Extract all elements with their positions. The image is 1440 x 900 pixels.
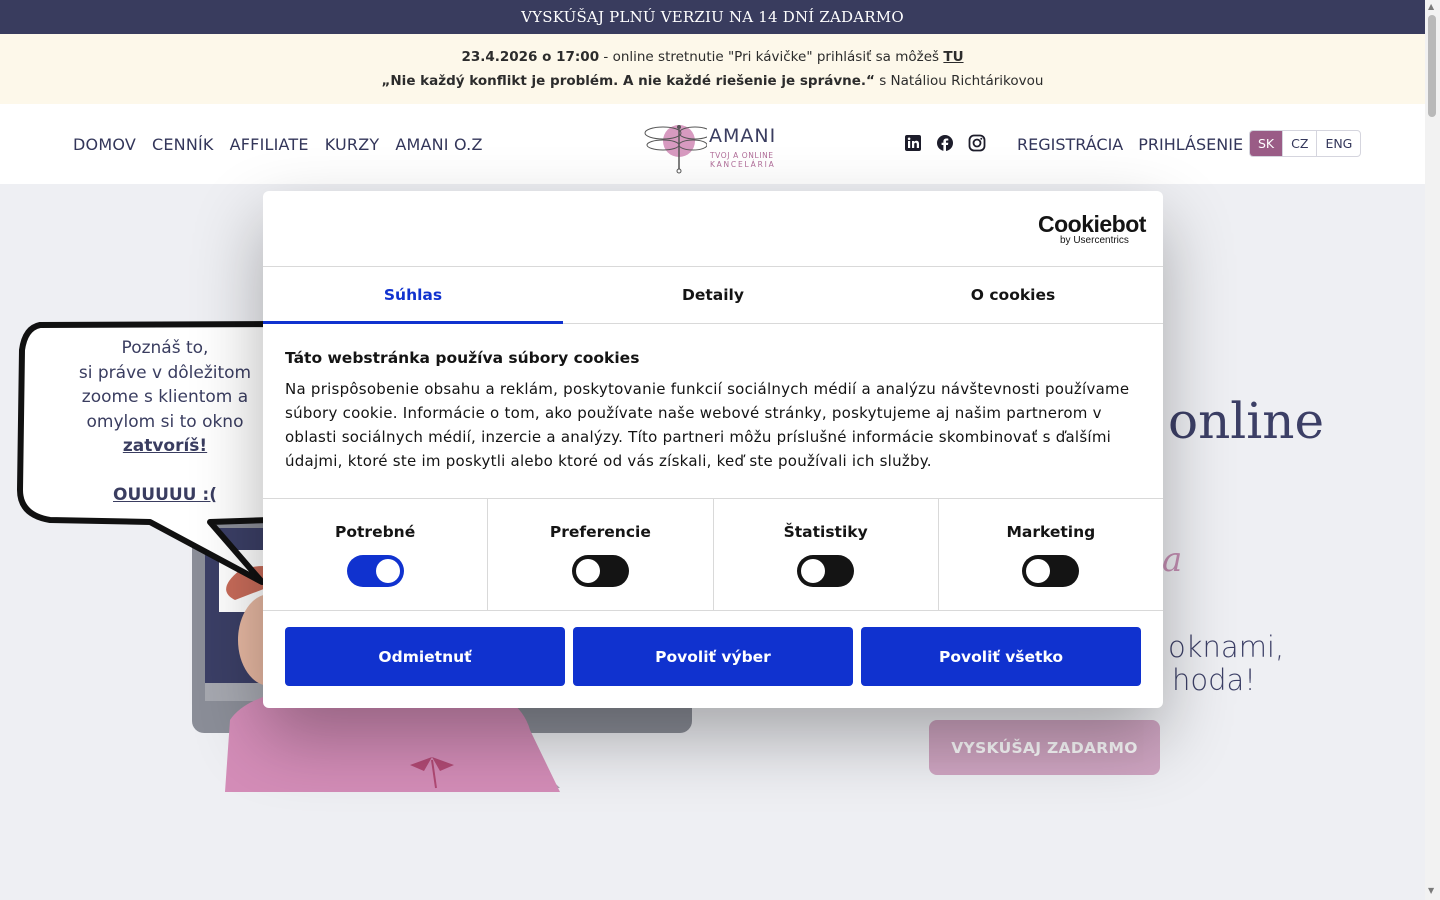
scrollbar-thumb[interactable]	[1428, 15, 1436, 117]
speech-bubble-text: Poznáš to, si práve v dôležitom zoome s …	[60, 336, 270, 507]
bubble-line-3: zoome s klientom a	[81, 387, 249, 407]
preferences-toggle[interactable]	[571, 555, 629, 587]
bubble-line-4: omylom si to okno	[86, 411, 244, 432]
scroll-up-arrow-icon[interactable]: ▲	[1428, 2, 1434, 11]
tab-detaily[interactable]: Detaily	[563, 267, 863, 323]
cookiebot-logo[interactable]: Cookiebot by Usercentrics	[1038, 211, 1146, 246]
try-free-button[interactable]: VYSKÚŠAJ ZADARMO	[929, 720, 1160, 775]
lang-eng[interactable]: ENG	[1317, 131, 1360, 156]
toggle-knob	[575, 559, 600, 583]
bubble-emphasis: zatvoríš!	[122, 436, 208, 456]
category-preferences-label: Preferencie	[549, 523, 651, 541]
tab-o-cookies[interactable]: O cookies	[863, 267, 1163, 323]
language-switcher: SK CZ ENG	[1249, 130, 1362, 157]
cookie-heading: Táto webstránka používa súbory cookies	[285, 349, 640, 367]
hero-script: a	[1162, 540, 1183, 580]
cookiebot-brand: Cookiebot	[1038, 211, 1146, 237]
page-scrollbar[interactable]	[1425, 0, 1440, 900]
allow-all-button[interactable]: Povoliť všetko	[861, 627, 1141, 686]
cookie-actions: Odmietnuť Povoliť výber Povoliť všetko	[285, 627, 1141, 686]
category-necessary-label: Potrebné	[335, 523, 416, 541]
hero-title: online	[1168, 392, 1325, 450]
login-link[interactable]: PRIHLÁSENIE	[1138, 135, 1243, 154]
category-statistics: Štatistiky	[714, 499, 939, 610]
account-nav: REGISTRÁCIA PRIHLÁSENIE	[1017, 104, 1243, 184]
cookie-tabs: Súhlas Detaily O cookies	[263, 267, 1163, 324]
logo-subtitle-1: TVOJ A ONLINE	[710, 151, 774, 160]
register-link[interactable]: REGISTRÁCIA	[1017, 135, 1123, 154]
announcement-line1: 23.4.2026 o 17:00 - online stretnutie "P…	[461, 45, 963, 69]
hero-subtitle-line2: hoda!	[1172, 663, 1256, 697]
decline-button[interactable]: Odmietnuť	[285, 627, 565, 686]
statistics-toggle[interactable]	[797, 555, 855, 587]
nav-item-amani-oz[interactable]: AMANI O.Z	[395, 135, 482, 154]
nav-item-domov[interactable]: DOMOV	[73, 135, 136, 154]
amani-logo[interactable]: AMANI TVOJ A ONLINE KANCELÁRIA	[643, 119, 783, 175]
cookie-category-toggles: Potrebné Preferencie Štatistiky Marketin…	[263, 498, 1163, 611]
lang-cz[interactable]: CZ	[1283, 131, 1318, 156]
necessary-toggle[interactable]	[346, 555, 404, 587]
cookie-consent-dialog: Cookiebot by Usercentrics Súhlas Detaily…	[263, 191, 1163, 708]
bubble-line-2: si práve v dôležitom	[78, 362, 252, 383]
announcement-text: - online stretnutie "Pri kávičke" prihlá…	[599, 49, 944, 65]
category-marketing: Marketing	[939, 499, 1163, 610]
allow-selection-button[interactable]: Povoliť výber	[573, 627, 853, 686]
category-preferences: Preferencie	[488, 499, 714, 610]
instagram-icon[interactable]	[968, 134, 986, 152]
nav-item-affiliate[interactable]: AFFILIATE	[230, 135, 309, 154]
category-marketing-label: Marketing	[1006, 523, 1096, 541]
category-statistics-label: Štatistiky	[783, 523, 868, 541]
facebook-icon[interactable]	[936, 134, 954, 152]
promo-text[interactable]: VYSKÚŠAJ PLNÚ VERZIU NA 14 DNÍ ZADARMO	[521, 8, 904, 26]
nav-item-cennik[interactable]: CENNÍK	[152, 135, 214, 154]
category-necessary: Potrebné	[263, 499, 489, 610]
scroll-down-arrow-icon[interactable]: ▼	[1428, 886, 1434, 895]
announcement-quote: „Nie každý konflikt je problém. A nie ka…	[381, 73, 875, 89]
announcement-speaker: s Natáliou Richtárikovou	[874, 73, 1044, 89]
nav-item-kurzy[interactable]: KURZY	[325, 135, 380, 154]
lang-sk[interactable]: SK	[1250, 131, 1284, 156]
bubble-exclaim: OUUUUU :(	[113, 484, 217, 505]
announcement-bar: 23.4.2026 o 17:00 - online stretnutie "P…	[0, 34, 1425, 104]
cookie-dialog-body: Táto webstránka používa súbory cookies N…	[285, 349, 1145, 473]
logo-title: AMANI	[709, 125, 777, 147]
logo-subtitle-2: KANCELÁRIA	[710, 160, 776, 169]
cookie-dialog-header: Cookiebot by Usercentrics	[263, 191, 1163, 267]
announcement-date: 23.4.2026 o 17:00	[461, 49, 600, 65]
promo-topbar[interactable]: VYSKÚŠAJ PLNÚ VERZIU NA 14 DNÍ ZADARMO	[0, 0, 1425, 34]
toggle-knob	[375, 559, 400, 583]
nav-menu: DOMOV CENNÍK AFFILIATE KURZY AMANI O.Z	[73, 104, 483, 184]
toggle-knob	[801, 559, 826, 583]
toggle-knob	[1026, 559, 1051, 583]
hero-subtitle-line1: oknami,	[1168, 630, 1285, 664]
marketing-toggle[interactable]	[1022, 555, 1080, 587]
bubble-line-1: Poznáš to,	[121, 338, 209, 358]
announcement-line2: „Nie každý konflikt je problém. A nie ka…	[382, 69, 1044, 93]
linkedin-icon[interactable]	[904, 134, 922, 152]
tab-suhlas[interactable]: Súhlas	[263, 267, 563, 324]
announcement-link[interactable]: TU	[943, 49, 963, 65]
cookie-description: Na prispôsobenie obsahu a reklám, poskyt…	[285, 380, 1130, 470]
dragonfly-logo-icon	[644, 125, 707, 174]
